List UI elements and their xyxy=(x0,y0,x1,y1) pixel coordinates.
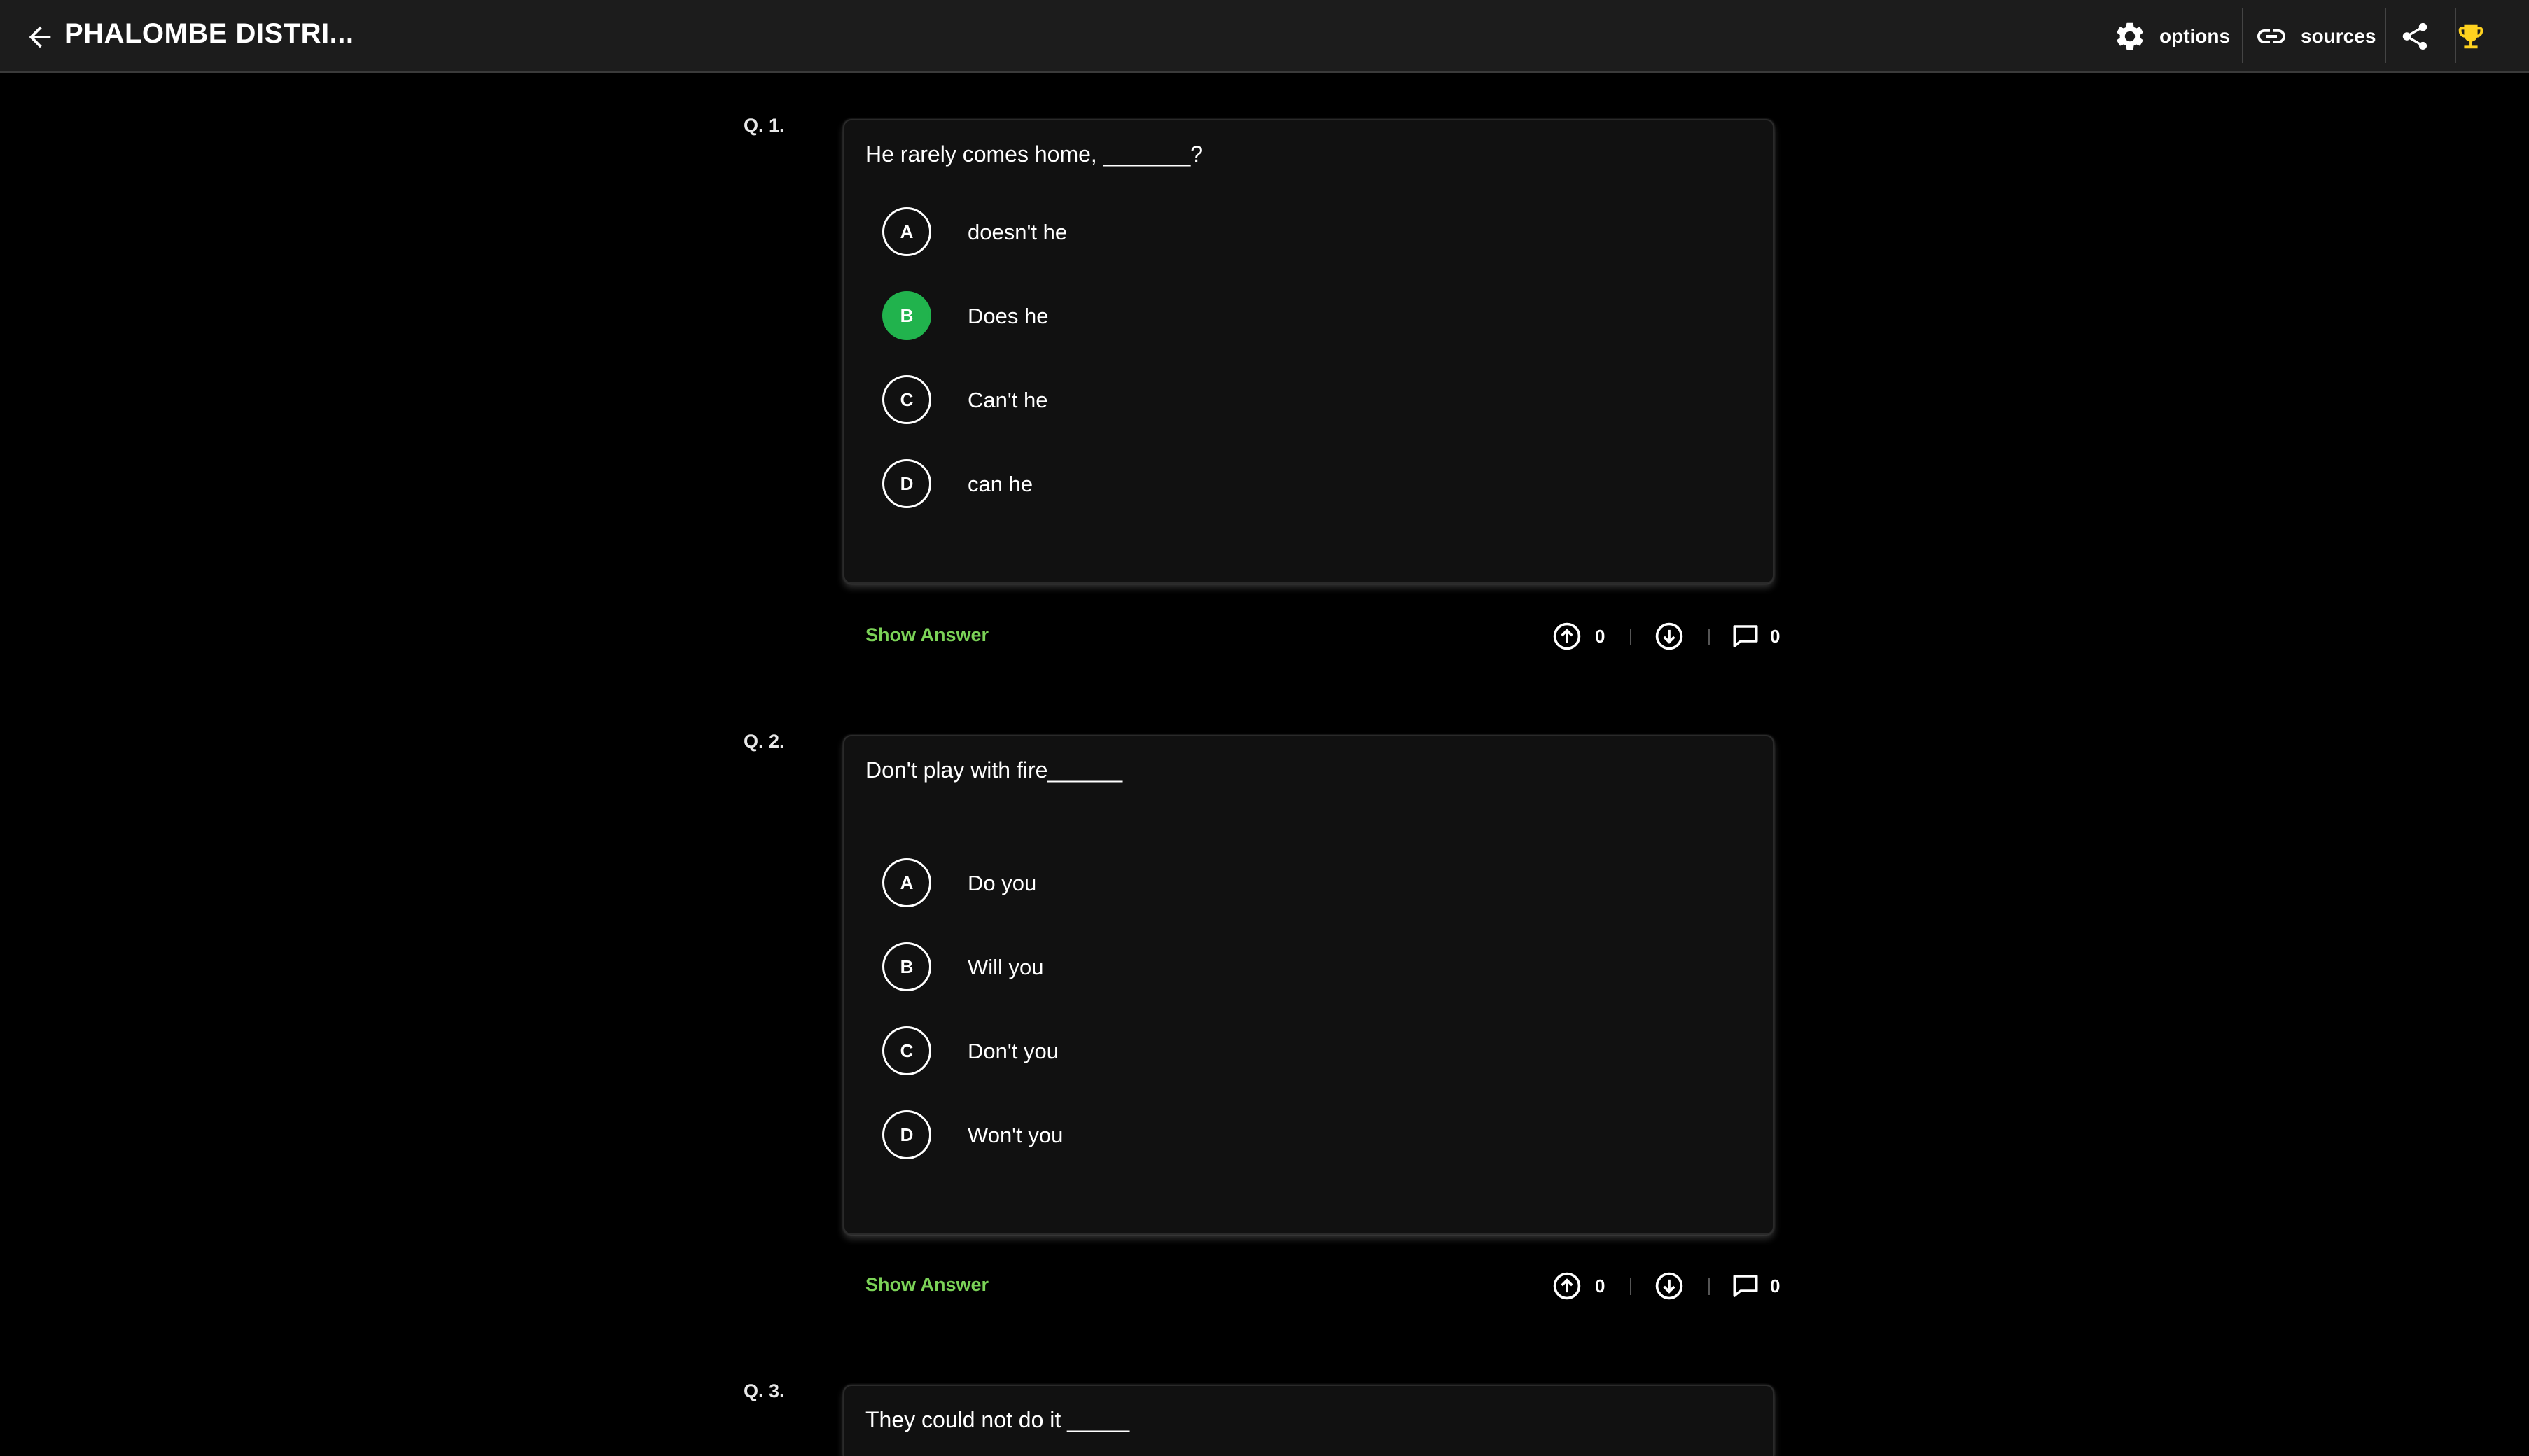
option-a[interactable]: A doesn't he xyxy=(882,207,1722,256)
show-answer-link[interactable]: Show Answer xyxy=(865,624,989,646)
option-text: Don't you xyxy=(968,1039,1059,1063)
back-button[interactable] xyxy=(24,21,56,53)
page-title: PHALOMBE DISTRI... xyxy=(64,18,354,49)
option-a[interactable]: A Do you xyxy=(882,858,1722,907)
stat-divider xyxy=(1630,629,1631,645)
option-text: Will you xyxy=(968,955,1044,979)
link-icon xyxy=(2257,29,2285,43)
upvote-count: 0 xyxy=(1595,625,1605,647)
leaderboard-button[interactable] xyxy=(2455,0,2487,73)
sources-label: sources xyxy=(2301,25,2376,47)
comment-icon xyxy=(1733,625,1758,648)
option-text: Do you xyxy=(968,871,1037,895)
question-text: He rarely comes home, _______? xyxy=(865,141,1204,167)
question-actions: Show Answer 0 0 xyxy=(865,619,1797,654)
question-card: They could not do it _____ xyxy=(843,1385,1774,1456)
question-text: Don't play with fire______ xyxy=(865,757,1123,783)
comment-count: 0 xyxy=(1770,1275,1781,1296)
option-letter: C xyxy=(882,375,931,424)
show-answer-link[interactable]: Show Answer xyxy=(865,1274,989,1296)
options-label: options xyxy=(2159,25,2231,47)
question-number: Q. 2. xyxy=(744,731,785,752)
share-icon xyxy=(2402,22,2427,50)
stat-divider xyxy=(1630,1278,1631,1295)
option-b[interactable]: B Will you xyxy=(882,942,1722,991)
option-text: can he xyxy=(968,472,1033,496)
option-c[interactable]: C Don't you xyxy=(882,1026,1722,1075)
option-text: doesn't he xyxy=(968,220,1068,244)
header-divider xyxy=(2385,8,2386,63)
question-text: They could not do it _____ xyxy=(865,1407,1130,1432)
option-letter: C xyxy=(882,1026,931,1075)
option-letter: D xyxy=(882,1110,931,1159)
arrow-down-circle-icon xyxy=(1655,1272,1683,1300)
option-letter: A xyxy=(882,207,931,256)
comments-button[interactable]: 0 xyxy=(1731,619,1780,654)
header-divider xyxy=(2242,8,2243,63)
downvote-button[interactable] xyxy=(1654,1268,1685,1303)
option-letter: B xyxy=(882,942,931,991)
arrow-down-circle-icon xyxy=(1655,622,1683,650)
comments-button[interactable]: 0 xyxy=(1731,1268,1780,1303)
arrow-left-icon xyxy=(29,26,51,48)
option-letter: A xyxy=(882,858,931,907)
arrow-up-circle-icon xyxy=(1553,1272,1581,1300)
option-letter-correct: B xyxy=(882,291,931,340)
question-card: He rarely comes home, _______? A doesn't… xyxy=(843,119,1774,584)
question-number: Q. 1. xyxy=(744,115,785,136)
upvote-button[interactable]: 0 xyxy=(1552,1268,1605,1303)
option-text: Won't you xyxy=(968,1123,1064,1147)
option-d[interactable]: D can he xyxy=(882,459,1722,508)
option-d[interactable]: D Won't you xyxy=(882,1110,1722,1159)
comment-icon xyxy=(1733,1275,1758,1297)
share-button[interactable] xyxy=(2399,0,2431,73)
arrow-up-circle-icon xyxy=(1553,622,1581,650)
option-b[interactable]: B Does he xyxy=(882,291,1722,340)
question-card: Don't play with fire______ A Do you B Wi… xyxy=(843,735,1774,1235)
gear-icon xyxy=(2117,22,2143,50)
trophy-icon xyxy=(2458,24,2483,49)
options-button[interactable]: options xyxy=(2113,0,2230,73)
option-c[interactable]: C Can't he xyxy=(882,375,1722,424)
option-text: Does he xyxy=(968,304,1049,328)
option-text: Can't he xyxy=(968,388,1048,412)
downvote-button[interactable] xyxy=(1654,619,1685,654)
question-number: Q. 3. xyxy=(744,1380,785,1401)
upvote-count: 0 xyxy=(1595,1275,1605,1296)
question-actions: Show Answer 0 0 xyxy=(865,1268,1797,1303)
comment-count: 0 xyxy=(1770,625,1781,647)
stat-divider xyxy=(1708,1278,1710,1295)
stat-divider xyxy=(1708,629,1710,645)
upvote-button[interactable]: 0 xyxy=(1552,619,1605,654)
sources-button[interactable]: sources xyxy=(2255,0,2376,73)
top-app-bar: PHALOMBE DISTRI... options sources xyxy=(0,0,2529,73)
option-letter: D xyxy=(882,459,931,508)
